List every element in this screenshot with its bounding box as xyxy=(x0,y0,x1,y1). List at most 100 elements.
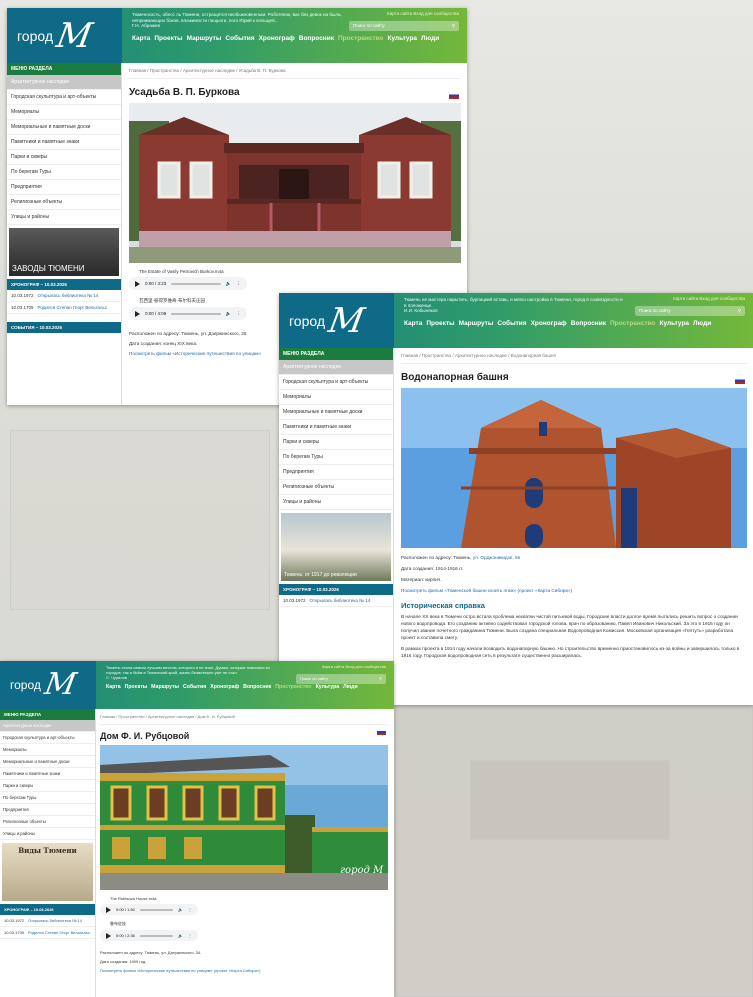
nav-item-culture[interactable]: Культура xyxy=(316,684,340,690)
menu-item-memorials[interactable]: Мемориалы xyxy=(0,744,95,756)
menu-item-streets[interactable]: Улицы и районы xyxy=(7,210,121,225)
more-icon[interactable]: ⋮ xyxy=(237,281,242,287)
nav-item-projects[interactable]: Проекты xyxy=(125,684,148,690)
search-icon[interactable]: ⚲ xyxy=(738,308,741,314)
nav-item-routes[interactable]: Маршруты xyxy=(151,684,179,690)
menu-item-sculpture[interactable]: Городская скульптура и арт-объекты xyxy=(279,375,393,390)
seek-bar[interactable] xyxy=(139,908,174,911)
menu-item-enterprises[interactable]: Предприятия xyxy=(0,804,95,816)
promo-banner[interactable]: Виды Тюмени xyxy=(2,843,93,901)
film-link[interactable]: Посмотреть фильм «Тюменской башни скоить… xyxy=(401,587,747,594)
nav-item-space[interactable]: Пространство xyxy=(275,684,311,690)
search-icon[interactable]: ⚲ xyxy=(379,676,382,682)
more-icon[interactable]: ⋮ xyxy=(188,933,192,938)
breadcrumb[interactable]: Главная / Пространство / Архитектурное н… xyxy=(129,63,461,79)
address-link[interactable]: ул. Орджоникидзе, 56 xyxy=(473,555,520,560)
chrono-link[interactable]: Открылась библиотека № 14 xyxy=(310,598,371,603)
nav-item-culture[interactable]: Культура xyxy=(388,35,418,42)
menu-item-memorials[interactable]: Мемориалы xyxy=(279,390,393,405)
menu-item-plaques[interactable]: Мемориальные и памятные доски xyxy=(0,756,95,768)
nav-item-routes[interactable]: Маршруты xyxy=(459,320,494,327)
menu-item-tura[interactable]: По берегам Туры xyxy=(7,165,121,180)
menu-item-memorials[interactable]: Мемориалы xyxy=(7,105,121,120)
menu-item-religious[interactable]: Религиозные объекты xyxy=(7,195,121,210)
breadcrumb[interactable]: Главная / Пространство / Архитектурное н… xyxy=(401,348,747,364)
top-links[interactable]: Карта сайта Вход для сообщества xyxy=(387,11,459,16)
site-logo[interactable]: город M xyxy=(7,8,122,63)
menu-item-parks[interactable]: Парки и скверы xyxy=(279,435,393,450)
menu-item-plaques[interactable]: Мемориальные и памятные доски xyxy=(7,120,121,135)
play-icon[interactable] xyxy=(135,310,140,317)
menu-item-parks[interactable]: Парки и скверы xyxy=(7,150,121,165)
menu-item-monuments[interactable]: Памятники и памятные знаки xyxy=(0,768,95,780)
menu-item-parks[interactable]: Парки и скверы xyxy=(0,780,95,792)
nav-item-chronograph[interactable]: Хронограф xyxy=(259,35,295,42)
nav-item-events[interactable]: События xyxy=(225,35,254,42)
nav-item-routes[interactable]: Маршруты xyxy=(187,35,222,42)
volume-icon[interactable]: 🔈 xyxy=(226,311,232,317)
site-logo[interactable]: город M xyxy=(279,293,394,348)
chrono-link[interactable]: Родился Степан Георг Вельтальс xyxy=(28,930,90,935)
search-icon[interactable]: ⚲ xyxy=(452,23,455,29)
nav-item-people[interactable]: Люди xyxy=(343,684,357,690)
menu-item-architecture[interactable]: Архитектурное наследие xyxy=(0,720,95,732)
nav-item-projects[interactable]: Проекты xyxy=(426,320,454,327)
menu-item-religious[interactable]: Религиозные объекты xyxy=(279,480,393,495)
menu-item-tura[interactable]: По берегам Туры xyxy=(279,450,393,465)
nav-item-space[interactable]: Пространство xyxy=(610,320,656,327)
nav-item-questions[interactable]: Вопросник xyxy=(571,320,606,327)
nav-item-people[interactable]: Люди xyxy=(693,320,711,327)
audio-player[interactable]: 0:00 / 2:36 🔈 ⋮ xyxy=(100,930,198,941)
menu-item-architecture[interactable]: Архитектурное наследие xyxy=(279,360,393,375)
nav-item-map[interactable]: Карта xyxy=(404,320,422,327)
audio-player[interactable]: 0:00 / 3:23 🔈 ⋮ xyxy=(129,277,247,290)
menu-item-monuments[interactable]: Памятники и памятные знаки xyxy=(279,420,393,435)
play-icon[interactable] xyxy=(106,906,111,913)
breadcrumb[interactable]: Главная / Пространство / Архитектурное н… xyxy=(100,709,388,725)
audio-player[interactable]: 0:00 / 1:50 🔈 ⋮ xyxy=(100,904,198,915)
volume-icon[interactable]: 🔈 xyxy=(226,281,232,287)
menu-item-plaques[interactable]: Мемориальные и памятные доски xyxy=(279,405,393,420)
seek-bar[interactable] xyxy=(139,934,174,937)
menu-item-streets[interactable]: Улицы и районы xyxy=(0,828,95,840)
volume-icon[interactable]: 🔈 xyxy=(178,907,183,912)
nav-item-events[interactable]: События xyxy=(497,320,526,327)
volume-icon[interactable]: 🔈 xyxy=(178,933,183,938)
nav-item-chronograph[interactable]: Хронограф xyxy=(210,684,239,690)
menu-item-sculpture[interactable]: Городская скульптура и арт-объекты xyxy=(7,90,121,105)
nav-item-map[interactable]: Карта xyxy=(106,684,121,690)
russian-flag-icon[interactable] xyxy=(735,377,745,384)
search-input[interactable]: Поиск по сайту ⚲ xyxy=(349,21,459,31)
top-links[interactable]: Карта сайта Вход для сообщества xyxy=(322,664,386,669)
film-link[interactable]: Посмотреть фильм «Исторические путешеств… xyxy=(100,967,388,974)
chrono-link[interactable]: Родился Степан Георг Вельтальс xyxy=(38,305,108,310)
menu-item-enterprises[interactable]: Предприятия xyxy=(7,180,121,195)
russian-flag-icon[interactable] xyxy=(377,729,386,735)
menu-item-enterprises[interactable]: Предприятия xyxy=(279,465,393,480)
nav-item-culture[interactable]: Культура xyxy=(660,320,690,327)
promo-banner[interactable]: Тюмень: от 1917 до революции xyxy=(281,513,391,581)
nav-item-events[interactable]: События xyxy=(183,684,206,690)
more-icon[interactable]: ⋮ xyxy=(237,311,242,317)
menu-item-tura[interactable]: По берегам Туры xyxy=(0,792,95,804)
nav-item-chronograph[interactable]: Хронограф xyxy=(531,320,567,327)
nav-item-questions[interactable]: Вопросник xyxy=(243,684,271,690)
menu-item-monuments[interactable]: Памятники и памятные знаки xyxy=(7,135,121,150)
nav-item-projects[interactable]: Проекты xyxy=(154,35,182,42)
chrono-link[interactable]: Открылась библиотека № 14 xyxy=(38,293,99,298)
menu-item-sculpture[interactable]: Городская скульптура и арт-объекты xyxy=(0,732,95,744)
promo-banner[interactable]: ЗАВОДЫ ТЮМЕНИ xyxy=(9,228,119,276)
menu-item-architecture[interactable]: Архитектурное наследие xyxy=(7,75,121,90)
nav-item-map[interactable]: Карта xyxy=(132,35,150,42)
site-logo[interactable]: город M xyxy=(0,661,96,709)
search-input[interactable]: Поиск по сайту ⚲ xyxy=(635,306,745,316)
more-icon[interactable]: ⋮ xyxy=(188,907,192,912)
menu-item-religious[interactable]: Религиозные объекты xyxy=(0,816,95,828)
nav-item-people[interactable]: Люди xyxy=(421,35,439,42)
audio-player[interactable]: 0:00 / 4:09 🔈 ⋮ xyxy=(129,307,247,320)
nav-item-space[interactable]: Пространство xyxy=(338,35,384,42)
seek-bar[interactable] xyxy=(171,312,221,315)
russian-flag-icon[interactable] xyxy=(449,92,459,99)
play-icon[interactable] xyxy=(106,932,111,939)
nav-item-questions[interactable]: Вопросник xyxy=(299,35,334,42)
